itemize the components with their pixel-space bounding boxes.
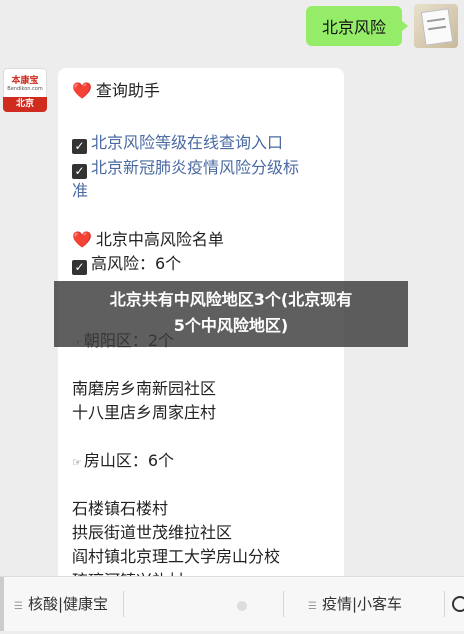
pointing-hand-icon: ☞ xyxy=(72,456,82,469)
high-risk-count: ✓ 高风险：6个 xyxy=(72,253,334,275)
heart-icon: ❤️ xyxy=(72,81,92,100)
high-risk-count-text: 高风险：6个 xyxy=(91,254,182,273)
menu-list-icon: ☰ xyxy=(308,601,317,612)
area-item: 南磨房乡南新园社区 xyxy=(72,379,217,398)
keyboard-icon[interactable] xyxy=(0,577,4,631)
risk-standard-link-cont[interactable]: 准 xyxy=(72,180,334,202)
user-message-text: 北京风险 xyxy=(321,18,386,37)
checkbox-icon: ✓ xyxy=(72,139,87,154)
risk-query-link-text[interactable]: 北京风险等级在线查询入口 xyxy=(91,133,283,152)
bottom-menu-bar: ☰ 核酸|健康宝 ☰ 疫情|小客车 xyxy=(0,576,464,631)
risk-standard-link-text-cont[interactable]: 准 xyxy=(72,181,88,200)
bot-city-label: 北京 xyxy=(3,97,47,112)
headline-overlay: 北京共有中风险地区3个(北京现有 5个中风险地区) xyxy=(54,281,408,347)
section-title-text: 北京中高风险名单 xyxy=(95,230,224,249)
section-title-list: ❤️ 北京中高风险名单 xyxy=(72,229,334,251)
area-item: 拱辰街道世茂维拉社区 xyxy=(72,523,233,542)
risk-standard-link-text[interactable]: 北京新冠肺炎疫情风险分级标 xyxy=(91,158,299,177)
headline-line-2: 5个中风险地区) xyxy=(173,316,289,335)
area-item: 十八里店乡周家庄村 xyxy=(72,403,217,422)
menu-item-epidemic-car[interactable]: ☰ 疫情|小客车 xyxy=(308,577,402,631)
bot-avatar[interactable]: 本康宝 Bendikon.com 北京 xyxy=(3,68,47,112)
more-options-icon[interactable] xyxy=(452,596,464,612)
bot-domain-text: Bendikon.com xyxy=(7,86,43,92)
headline-line-1: 北京共有中风险地区3个(北京现有 xyxy=(109,290,353,309)
menu-list-icon: ☰ xyxy=(14,601,23,612)
district-fangshan-text: 房山区：6个 xyxy=(83,451,175,470)
area-item: 石楼镇石楼村 xyxy=(72,499,169,518)
menu-divider xyxy=(283,591,284,617)
checkbox-icon: ✓ xyxy=(72,164,87,179)
menu-divider xyxy=(444,591,445,617)
menu-item-epidemic-car-label: 疫情|小客车 xyxy=(321,595,403,613)
menu-item-nucleic-health-label: 核酸|健康宝 xyxy=(27,595,109,613)
area-item: 阎村镇北京理工大学房山分校 xyxy=(72,547,281,566)
menu-placeholder-dot xyxy=(237,601,247,611)
menu-item-nucleic-health[interactable]: ☰ 核酸|健康宝 xyxy=(14,577,108,631)
risk-standard-link[interactable]: ✓ 北京新冠肺炎疫情风险分级标 xyxy=(72,157,334,179)
section-title-text: 查询助手 xyxy=(95,81,160,100)
district-fangshan: ☞ 房山区：6个 xyxy=(72,450,334,474)
document-icon xyxy=(420,8,454,46)
menu-divider xyxy=(123,591,124,617)
user-message-bubble[interactable]: 北京风险 xyxy=(306,6,408,46)
risk-query-link[interactable]: ✓ 北京风险等级在线查询入口 xyxy=(72,132,334,154)
bot-brand-logo: 本康宝 xyxy=(11,76,39,86)
section-title-query: ❤️ 查询助手 xyxy=(72,80,334,102)
user-avatar[interactable] xyxy=(414,4,458,48)
heart-icon: ❤️ xyxy=(72,230,92,249)
checkbox-icon: ✓ xyxy=(72,260,87,275)
